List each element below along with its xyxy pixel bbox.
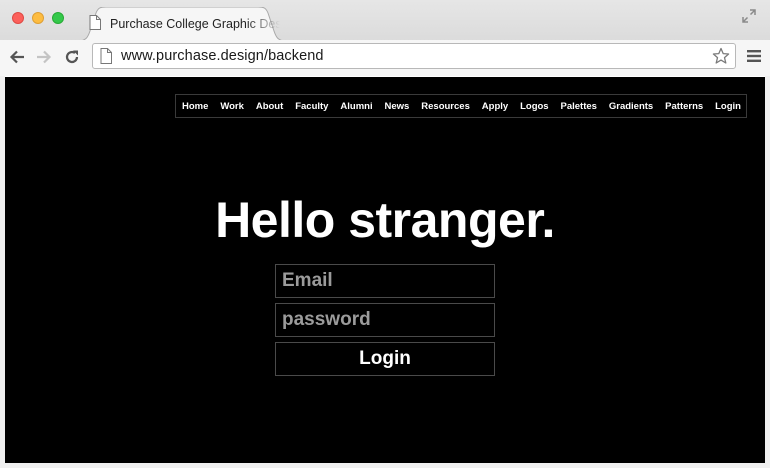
browser-tab[interactable]: Purchase College Graphic Design xyxy=(78,7,286,41)
nav-link-news[interactable]: News xyxy=(385,101,410,112)
forward-button[interactable] xyxy=(33,46,55,68)
nav-link-patterns[interactable]: Patterns xyxy=(665,101,703,112)
web-page: Home Work About Faculty Alumni News Reso… xyxy=(5,77,765,463)
login-button[interactable]: Login xyxy=(275,342,495,376)
nav-link-apply[interactable]: Apply xyxy=(482,101,508,112)
minimize-window-button[interactable] xyxy=(32,12,44,24)
close-window-button[interactable] xyxy=(12,12,24,24)
nav-link-gradients[interactable]: Gradients xyxy=(609,101,653,112)
fullscreen-icon[interactable] xyxy=(742,9,756,23)
nav-link-logos[interactable]: Logos xyxy=(520,101,549,112)
site-navigation: Home Work About Faculty Alumni News Reso… xyxy=(175,94,747,118)
nav-link-about[interactable]: About xyxy=(256,101,283,112)
nav-link-resources[interactable]: Resources xyxy=(421,101,470,112)
nav-link-palettes[interactable]: Palettes xyxy=(561,101,597,112)
nav-link-login[interactable]: Login xyxy=(715,101,741,112)
page-icon xyxy=(89,15,101,30)
email-input[interactable] xyxy=(275,264,495,298)
reload-icon xyxy=(65,50,79,64)
tab-title: Purchase College Graphic Design xyxy=(110,17,280,31)
window-frame-bottom xyxy=(0,463,770,468)
maximize-window-button[interactable] xyxy=(52,12,64,24)
browser-toolbar: www.purchase.design/backend xyxy=(0,40,770,76)
url-text: www.purchase.design/backend xyxy=(121,48,324,64)
star-icon[interactable] xyxy=(712,47,730,65)
back-button[interactable] xyxy=(6,46,28,68)
nav-link-alumni[interactable]: Alumni xyxy=(340,101,372,112)
nav-link-faculty[interactable]: Faculty xyxy=(295,101,328,112)
nav-link-home[interactable]: Home xyxy=(182,101,208,112)
address-bar[interactable]: www.purchase.design/backend xyxy=(92,43,736,69)
window-controls xyxy=(12,12,64,24)
nav-link-work[interactable]: Work xyxy=(220,101,244,112)
hamburger-menu-icon[interactable] xyxy=(746,49,762,63)
reload-button[interactable] xyxy=(61,46,83,68)
arrow-left-icon xyxy=(9,50,24,64)
window-frame-right xyxy=(765,76,770,468)
page-heading: Hello stranger. xyxy=(215,192,555,248)
password-input[interactable] xyxy=(275,303,495,337)
browser-chrome: Purchase College Graphic Design www.purc… xyxy=(0,0,770,76)
arrow-right-icon xyxy=(37,50,52,64)
page-icon xyxy=(100,48,112,64)
